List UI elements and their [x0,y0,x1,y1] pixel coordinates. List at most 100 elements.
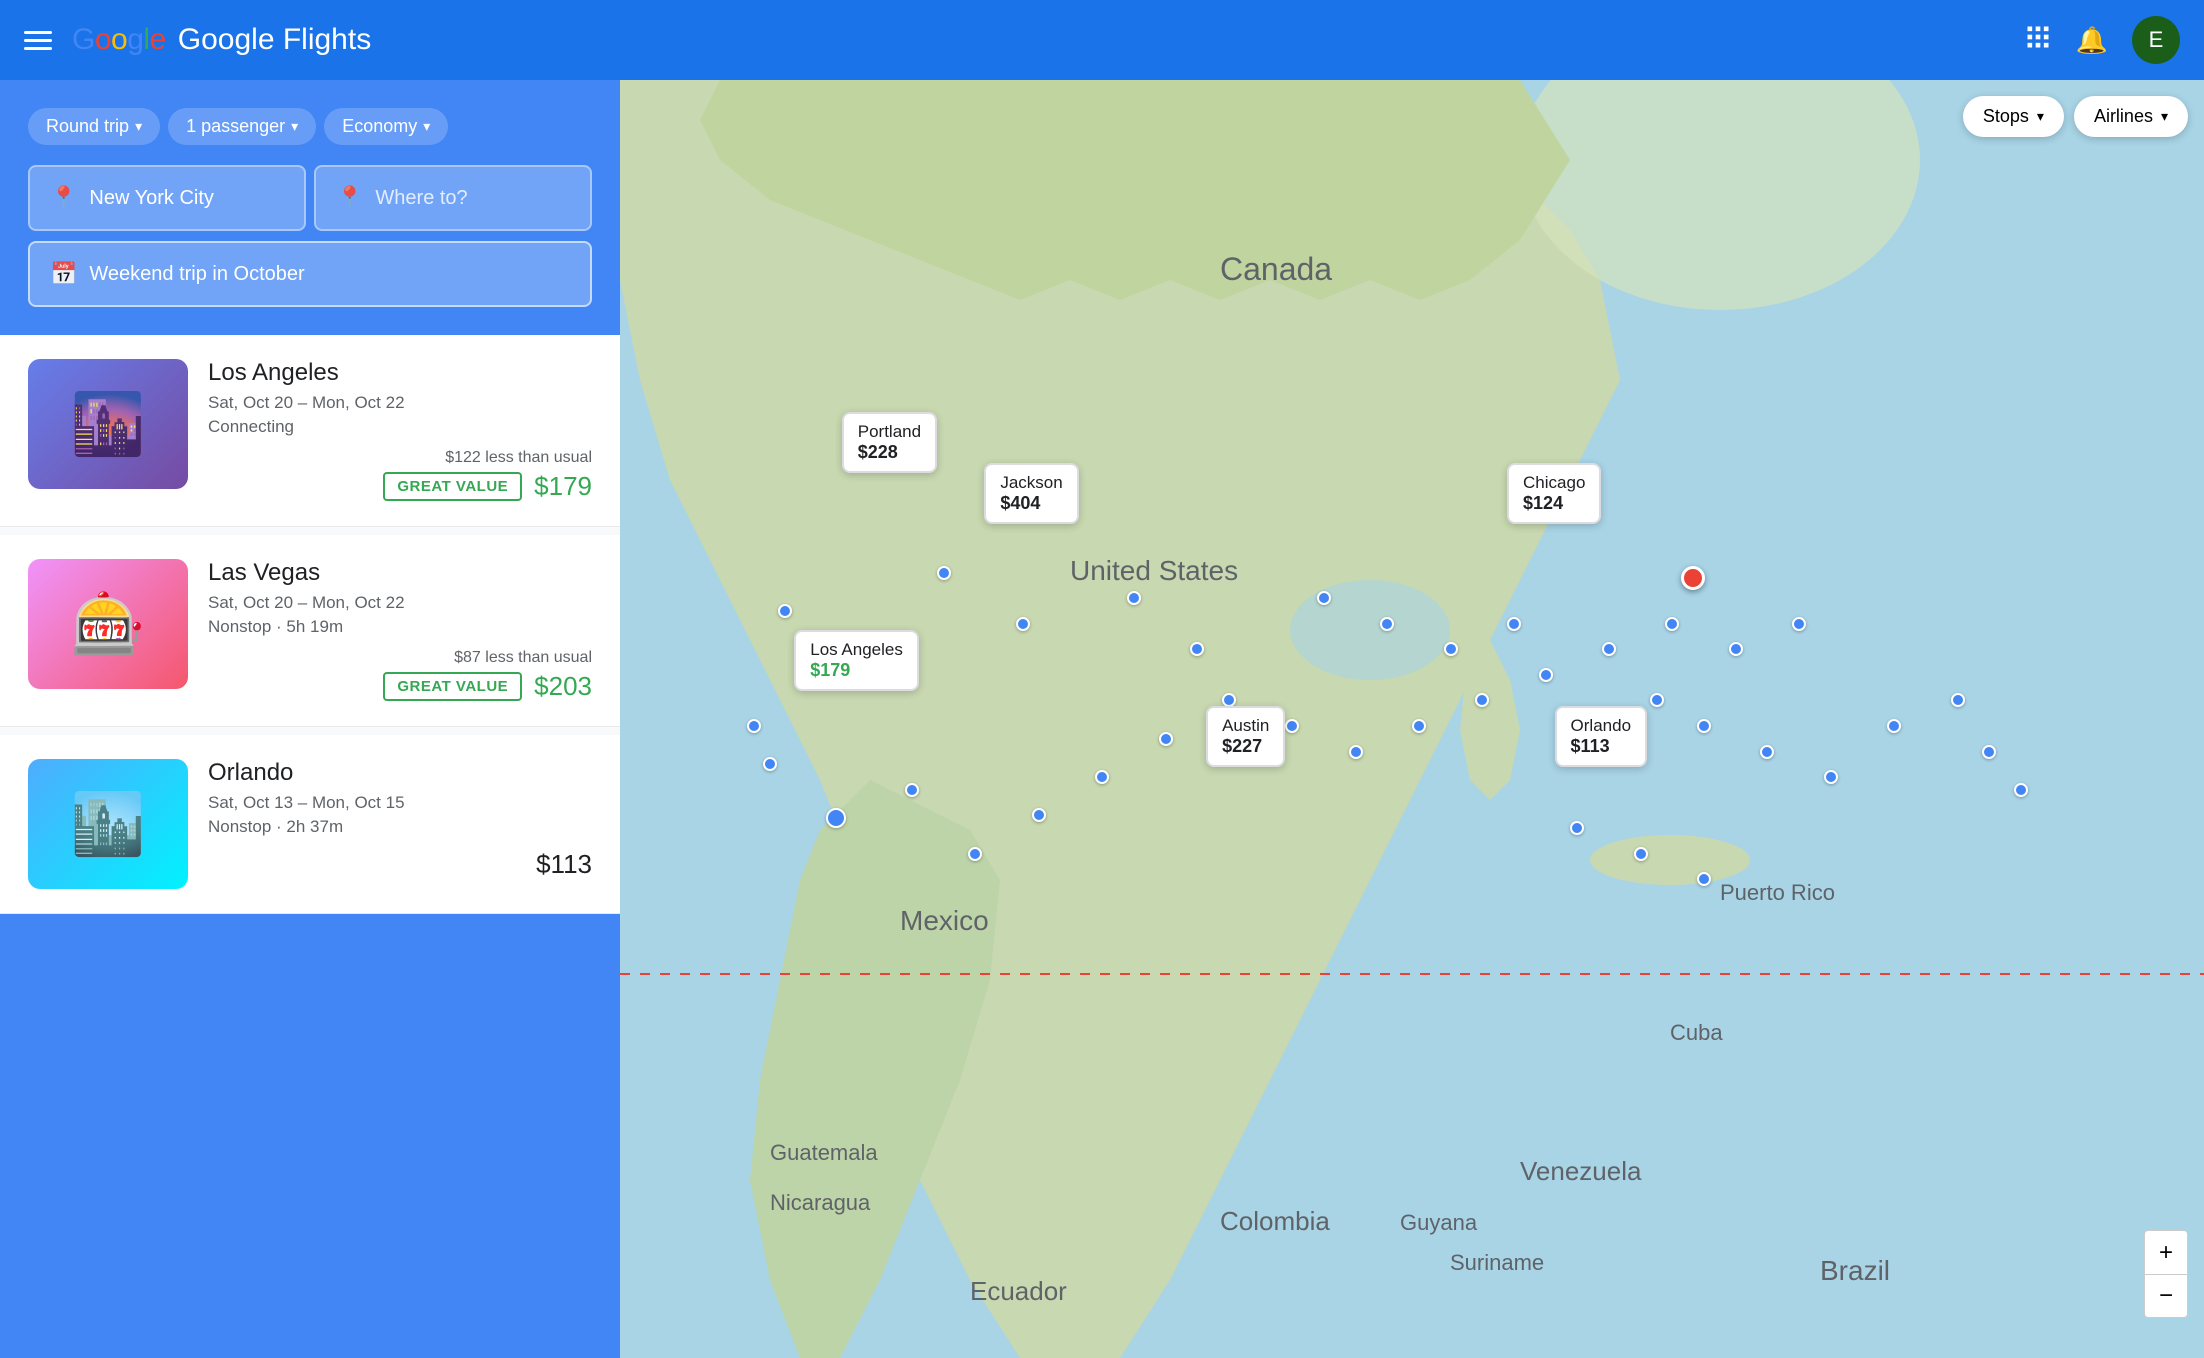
map-dot[interactable] [1982,745,1996,759]
svg-text:Guyana: Guyana [1400,1210,1478,1235]
lv-savings: $87 less than usual [454,649,592,667]
la-image [28,359,188,489]
left-panel: Round trip ▾ 1 passenger ▾ Economy ▾ 📍 📍 [0,80,620,1358]
jackson-marker[interactable]: Jackson $404 [984,463,1078,524]
zoom-out-button[interactable]: − [2144,1274,2188,1318]
map-dot[interactable] [1016,617,1030,631]
round-trip-button[interactable]: Round trip ▾ [28,108,160,145]
bell-icon[interactable]: 🔔 [2076,25,2108,56]
orlando-city: Orlando [208,759,592,787]
svg-text:United States: United States [1070,555,1238,586]
map-dot[interactable] [1412,719,1426,733]
map-dot[interactable] [747,719,761,733]
destination-pin-icon: 📍 [336,185,363,211]
map-dot[interactable] [1650,693,1664,707]
destination-input[interactable] [375,187,570,210]
la-price: $179 [534,471,592,502]
svg-text:Brazil: Brazil [1820,1255,1890,1286]
orlando-value-row: $113 [536,849,592,880]
map-dot[interactable] [1697,719,1711,733]
zoom-controls: + − [2144,1230,2188,1318]
la-map-price: $179 [810,660,903,681]
map-dot[interactable] [1539,668,1553,682]
zoom-in-button[interactable]: + [2144,1230,2188,1274]
orlando-bottom: $113 [208,849,592,880]
trip-options-row: Round trip ▾ 1 passenger ▾ Economy ▾ [28,108,592,145]
menu-button[interactable] [24,31,52,50]
flights-label: Google Flights [178,23,371,57]
stops-arrow: ▾ [2037,108,2044,125]
map-dot[interactable] [1127,591,1141,605]
stops-button[interactable]: Stops ▾ [1963,96,2064,137]
results-section: Los Angeles Sat, Oct 20 – Mon, Oct 22 Co… [0,335,620,914]
map-dot[interactable] [1951,693,1965,707]
svg-text:Colombia: Colombia [1220,1206,1330,1236]
svg-text:Cuba: Cuba [1670,1020,1723,1045]
nyc-marker [1681,566,1705,590]
airlines-label: Airlines [2094,106,2153,127]
lv-badge: GREAT VALUE [383,672,522,701]
result-card-lv[interactable]: Las Vegas Sat, Oct 20 – Mon, Oct 22 Nons… [0,535,620,727]
map-dot[interactable] [763,757,777,771]
google-flights-logo: Google Google Flights [72,23,371,57]
map-dot[interactable] [1792,617,1806,631]
date-input-box[interactable]: 📅 Weekend trip in October [28,241,592,307]
location-inputs: 📍 📍 [28,165,592,231]
svg-text:Venezuela: Venezuela [1520,1156,1642,1186]
svg-text:Ecuador: Ecuador [970,1276,1067,1306]
la-city-label: Los Angeles [810,640,903,660]
portland-price: $228 [858,442,921,463]
lv-info: Las Vegas Sat, Oct 20 – Mon, Oct 22 Nons… [208,559,592,702]
la-info: Los Angeles Sat, Oct 20 – Mon, Oct 22 Co… [208,359,592,502]
chicago-marker[interactable]: Chicago $124 [1507,463,1601,524]
round-trip-arrow: ▾ [135,118,142,135]
portland-city-label: Portland [858,422,921,442]
map-dot[interactable] [1159,732,1173,746]
la-flight-info: Connecting [208,417,592,437]
airlines-button[interactable]: Airlines ▾ [2074,96,2188,137]
stops-label: Stops [1983,106,2029,127]
lv-bottom: $87 less than usual GREAT VALUE $203 [208,649,592,702]
origin-input-box[interactable]: 📍 [28,165,306,231]
austin-marker[interactable]: Austin $227 [1206,706,1285,767]
search-section: Round trip ▾ 1 passenger ▾ Economy ▾ 📍 📍 [0,80,620,327]
equator-line [620,973,2204,975]
header: Google Google Flights 🔔 E [0,0,2204,80]
map-dot[interactable] [1507,617,1521,631]
la-savings: $122 less than usual [445,449,592,467]
origin-input[interactable] [89,187,284,210]
map-dot[interactable] [2014,783,2028,797]
result-card-orlando[interactable]: Orlando Sat, Oct 13 – Mon, Oct 15 Nonsto… [0,735,620,914]
map-dot[interactable] [905,783,919,797]
map-dot[interactable] [1349,745,1363,759]
map-dot[interactable] [937,566,951,580]
lv-dates: Sat, Oct 20 – Mon, Oct 22 [208,593,592,613]
la-value-row: GREAT VALUE $179 [383,471,592,502]
orlando-price: $113 [536,849,592,880]
lv-flight-info: Nonstop · 5h 19m [208,617,592,637]
lv-image [28,559,188,689]
map-section[interactable]: Canada United States Mexico Cuba Puerto … [620,80,2204,1358]
map-dot[interactable] [1824,770,1838,784]
la-marker[interactable]: Los Angeles $179 [794,630,919,691]
grid-icon[interactable] [2024,23,2052,58]
orlando-dates: Sat, Oct 13 – Mon, Oct 15 [208,793,592,813]
orlando-marker[interactable]: Orlando $113 [1555,706,1647,767]
map-dot[interactable] [1380,617,1394,631]
portland-marker[interactable]: Portland $228 [842,412,937,473]
destination-input-box[interactable]: 📍 [314,165,592,231]
map-dot[interactable] [1760,745,1774,759]
austin-price: $227 [1222,736,1269,757]
chicago-price: $124 [1523,493,1585,514]
orlando-image [28,759,188,889]
header-right: 🔔 E [2024,16,2180,64]
passengers-button[interactable]: 1 passenger ▾ [168,108,316,145]
avatar[interactable]: E [2132,16,2180,64]
la-badge: GREAT VALUE [383,472,522,501]
map-dot[interactable] [1444,642,1458,656]
result-card-la[interactable]: Los Angeles Sat, Oct 20 – Mon, Oct 22 Co… [0,335,620,527]
lv-city: Las Vegas [208,559,592,587]
map-dot[interactable] [1634,847,1648,861]
cabin-class-button[interactable]: Economy ▾ [324,108,448,145]
svg-text:Canada: Canada [1220,251,1332,287]
